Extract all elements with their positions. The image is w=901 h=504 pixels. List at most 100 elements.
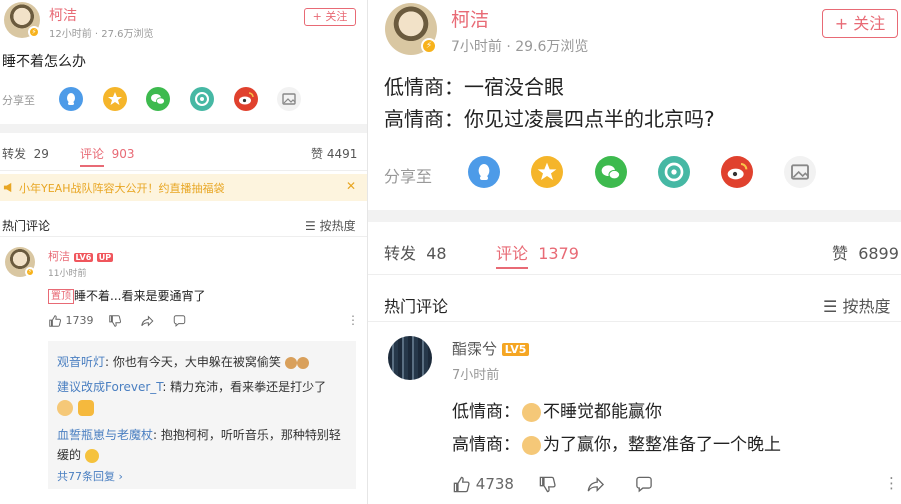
comment-tab-label: 评论 bbox=[80, 147, 105, 161]
reply-text: : 精力充沛，看来拳还是打少了 bbox=[162, 380, 327, 394]
comment-line-2: 高情商： 为了赢你，整整准备了一个晚上 bbox=[452, 429, 781, 462]
reply-button[interactable] bbox=[172, 314, 187, 328]
thumbs-down-icon bbox=[539, 476, 556, 493]
wechat-icon[interactable] bbox=[595, 156, 627, 188]
sort-icon: ☰ bbox=[823, 297, 838, 316]
post-text: 低情商：一宿没合眼 高情商：你见过凌晨四点半的北京吗? bbox=[384, 71, 715, 135]
follow-button[interactable]: + 关注 bbox=[304, 8, 356, 26]
weibo-icon[interactable] bbox=[234, 87, 258, 111]
share-comment-button[interactable] bbox=[140, 314, 155, 328]
reply-item[interactable]: 建议改成Forever_T: 精力充沛，看来拳还是打少了 bbox=[57, 377, 349, 397]
like-count: 4491 bbox=[326, 147, 358, 161]
comment-line-2-text: 为了赢你，整整准备了一个晚上 bbox=[543, 435, 781, 455]
follow-button[interactable]: + 关注 bbox=[822, 9, 898, 38]
reply-item[interactable]: 观音听灯: 你也有今天，大申躲在被窝偷笑 bbox=[57, 352, 349, 372]
comment-tab[interactable]: 评论 903 bbox=[80, 145, 135, 162]
promo-banner[interactable]: 小年YEAH战队阵容大公开！约直播抽福袋 ✕ bbox=[0, 174, 367, 201]
moments-icon[interactable] bbox=[190, 87, 214, 111]
reply-user[interactable]: 观音听灯 bbox=[57, 355, 105, 369]
more-options-icon[interactable]: ⋮ bbox=[347, 313, 359, 327]
share-arrow-icon bbox=[141, 315, 154, 327]
level-badge: LV6 bbox=[73, 252, 94, 262]
image-icon[interactable] bbox=[277, 87, 301, 111]
post-line-high-eq: 高情商：你见过凌晨四点半的北京吗? bbox=[384, 107, 715, 131]
reply-user[interactable]: 血誓瓶崽与老魔杖 bbox=[57, 428, 153, 442]
author-name[interactable]: 柯洁 bbox=[49, 5, 77, 25]
comment-tab[interactable]: 评论 1379 bbox=[496, 240, 579, 264]
hug-emoji-icon bbox=[84, 448, 99, 463]
smirk-emoji-icon bbox=[522, 435, 541, 455]
share-comment-button[interactable] bbox=[586, 475, 606, 494]
active-tab-indicator bbox=[496, 267, 528, 269]
monkey-emoji-icon bbox=[296, 356, 309, 369]
comments-divider bbox=[0, 236, 367, 237]
post-meta: 7小时前 · 29.6万浏览 bbox=[451, 39, 589, 55]
pray-hands-emoji-icon bbox=[78, 399, 95, 416]
more-options-icon[interactable]: ⋮ bbox=[884, 474, 899, 492]
share-label: 分享至 bbox=[384, 167, 433, 186]
comment-bubble-icon bbox=[173, 315, 186, 327]
doge-emoji-icon bbox=[57, 399, 73, 416]
comment-body: 置顶 睡不着...看来是要通宵了 bbox=[48, 287, 205, 304]
sort-by-hot-button[interactable]: ☰ 按热度 bbox=[823, 293, 890, 317]
section-divider bbox=[0, 124, 367, 133]
close-icon[interactable]: ✕ bbox=[346, 179, 356, 193]
repost-count: 48 bbox=[426, 244, 447, 263]
qq-icon[interactable] bbox=[468, 156, 500, 188]
commenter-info: 酯霂兮 LV5 bbox=[452, 338, 530, 359]
tab-divider bbox=[368, 274, 901, 275]
left-post-panel: ⚡ 柯洁 12小时前 · 27.6万浏览 + 关注 睡不着怎么办 分享至 转发 … bbox=[0, 0, 367, 504]
repost-tab-label: 转发 bbox=[2, 147, 27, 161]
post-line-low-eq: 低情商：一宿没合眼 bbox=[384, 75, 564, 99]
qzone-star-icon[interactable] bbox=[531, 156, 563, 188]
dislike-button[interactable] bbox=[538, 475, 557, 494]
like-button[interactable]: 1739 bbox=[48, 314, 94, 327]
commenter-avatar[interactable] bbox=[388, 336, 432, 380]
commenter-name[interactable]: 柯洁 bbox=[48, 250, 70, 263]
image-icon[interactable] bbox=[784, 156, 816, 188]
view-all-replies-link[interactable]: 共77条回复 › bbox=[57, 468, 123, 484]
comment-bubble-icon bbox=[636, 476, 652, 493]
comment-actions: 1739 ⋮ bbox=[48, 313, 359, 328]
comment-like-count: 4738 bbox=[475, 475, 514, 493]
reply-user[interactable]: 建议改成Forever_T bbox=[57, 380, 162, 394]
repost-tab[interactable]: 转发 48 bbox=[384, 240, 447, 264]
commenter-name[interactable]: 酯霂兮 bbox=[452, 340, 497, 358]
verified-badge-icon: ⚡ bbox=[28, 26, 40, 38]
reply-text: : 你也有今天，大申躲在被窝偷笑 bbox=[105, 355, 281, 369]
comment-like-count: 1739 bbox=[65, 314, 94, 327]
repost-tab-label: 转发 bbox=[384, 244, 417, 263]
thumbs-down-icon bbox=[109, 315, 121, 327]
comment-body: 低情商： 不睡觉都能赢你 高情商： 为了赢你，整整准备了一个晚上 bbox=[452, 396, 781, 462]
weibo-icon[interactable] bbox=[721, 156, 753, 188]
right-post-panel: ⚡ 柯洁 7小时前 · 29.6万浏览 + 关注 低情商：一宿没合眼 高情商：你… bbox=[367, 0, 901, 504]
pinned-badge: 置顶 bbox=[48, 289, 74, 304]
reply-button[interactable] bbox=[634, 475, 654, 494]
tab-divider bbox=[0, 170, 367, 171]
dislike-button[interactable] bbox=[108, 314, 122, 328]
wechat-icon[interactable] bbox=[146, 87, 170, 111]
sort-label: 按热度 bbox=[842, 297, 891, 316]
moments-icon[interactable] bbox=[658, 156, 690, 188]
monkey-emoji-icon bbox=[284, 356, 297, 369]
qzone-star-icon[interactable] bbox=[103, 87, 127, 111]
hot-comments-title: 热门评论 bbox=[2, 219, 51, 233]
sort-by-hot-button[interactable]: ☰ 按热度 bbox=[305, 217, 356, 234]
like-tab[interactable]: 赞 6899 bbox=[832, 240, 899, 264]
repost-tab[interactable]: 转发 29 bbox=[2, 145, 49, 162]
share-label: 分享至 bbox=[2, 94, 35, 107]
author-name[interactable]: 柯洁 bbox=[451, 5, 489, 32]
thumbs-up-icon bbox=[453, 476, 470, 493]
up-badge: UP bbox=[96, 252, 114, 262]
comments-divider bbox=[368, 321, 901, 322]
post-text: 睡不着怎么办 bbox=[2, 54, 86, 70]
share-arrow-icon bbox=[587, 476, 605, 493]
section-divider bbox=[368, 210, 901, 222]
like-button[interactable]: 4738 bbox=[452, 475, 514, 493]
reply-item[interactable]: 血誓瓶崽与老魔杖: 抱抱柯柯，听听音乐，那种特别轻缓的 bbox=[57, 425, 349, 465]
like-tab-label: 赞 bbox=[311, 147, 324, 161]
like-tab[interactable]: 赞 4491 bbox=[311, 145, 357, 162]
reply-emojis bbox=[57, 397, 95, 416]
comment-line-1-prefix: 低情商： bbox=[452, 402, 520, 422]
qq-icon[interactable] bbox=[59, 87, 83, 111]
